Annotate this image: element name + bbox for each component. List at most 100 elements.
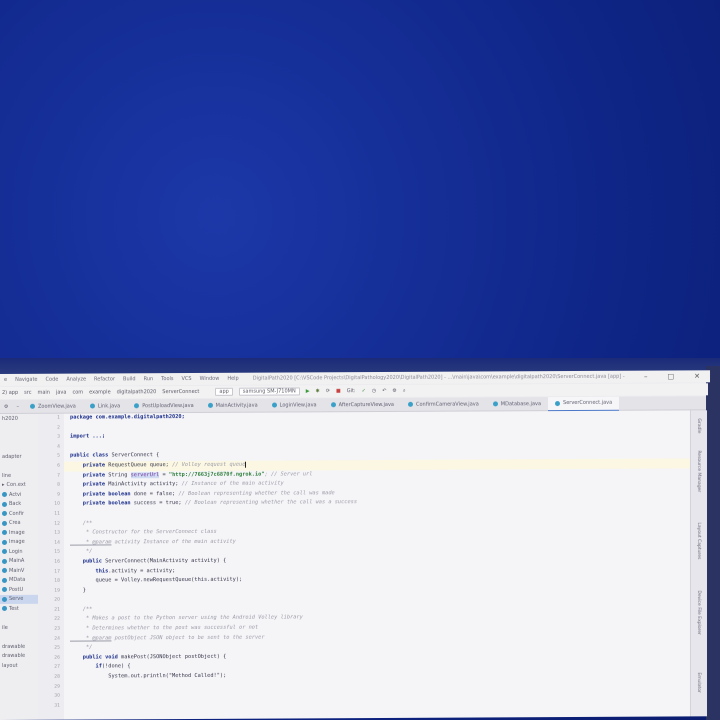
tree-item-line[interactable]: line xyxy=(0,471,38,481)
maximize-button[interactable]: □ xyxy=(668,372,675,380)
tree-item-class[interactable]: Serve xyxy=(0,594,38,604)
tree-item-class[interactable]: Back xyxy=(0,499,38,509)
class-icon xyxy=(2,596,7,602)
breadcrumb-package[interactable]: digitalpath2020 xyxy=(117,389,157,395)
line-number: 18 xyxy=(54,578,60,584)
run-config-select[interactable]: app xyxy=(215,387,233,396)
breadcrumb-class[interactable]: ServerConnect xyxy=(162,389,199,395)
commit-icon[interactable]: ✓ xyxy=(362,388,366,394)
menu-item-vcs[interactable]: VCS xyxy=(182,376,192,382)
tab-minus-icon[interactable]: – xyxy=(12,403,23,409)
debug-icon[interactable]: ✱ xyxy=(316,388,320,394)
tree-item[interactable] xyxy=(0,423,38,433)
tree-item-layout[interactable]: layout xyxy=(0,661,38,671)
tree-item[interactable] xyxy=(0,433,38,443)
code-text: MainActivity activity; xyxy=(105,481,182,488)
tree-item-class[interactable]: MainV xyxy=(0,566,38,576)
menu-item-help[interactable]: Help xyxy=(227,376,238,382)
tree-item-context[interactable]: ▸ Con.ext xyxy=(0,480,38,490)
comment: */ xyxy=(70,644,93,651)
close-button[interactable]: ✕ xyxy=(694,372,700,380)
tab-postuploadview[interactable]: PostUploadView.java xyxy=(127,399,200,412)
menu-item-edit[interactable]: e xyxy=(4,377,7,383)
tree-item-class[interactable]: MData xyxy=(0,575,38,585)
tree-item[interactable] xyxy=(0,632,38,642)
tree-item-drawable[interactable]: drawable xyxy=(0,651,38,661)
line-number: 14 xyxy=(54,540,60,546)
tab-mainactivity[interactable]: MainActivity.java xyxy=(201,399,265,412)
menu-item-tools[interactable]: Tools xyxy=(161,376,173,382)
line-number: 6 xyxy=(57,463,60,469)
tab-link[interactable]: Link.java xyxy=(83,399,127,412)
menu-item-run[interactable]: Run xyxy=(144,376,154,382)
breadcrumb-app[interactable]: 2) app xyxy=(2,390,18,396)
sync-icon[interactable]: ⟳ xyxy=(326,388,330,394)
tree-item-class[interactable]: Image xyxy=(0,528,38,538)
tree-item-ile[interactable]: ile xyxy=(0,623,38,633)
tab-label: ZoomView.java xyxy=(37,403,76,410)
stop-icon[interactable]: ■ xyxy=(336,388,341,394)
tab-label: AfterCaptureView.java xyxy=(338,401,394,408)
minimize-button[interactable]: – xyxy=(644,373,648,381)
undo-icon[interactable]: ↶ xyxy=(382,388,386,394)
tree-item-class[interactable]: Crea xyxy=(0,518,38,528)
menu-item-window[interactable]: Window xyxy=(200,376,220,382)
search-icon[interactable]: ⌕ xyxy=(403,388,406,394)
tab-confirmcameraview[interactable]: ConfirmCameraView.java xyxy=(401,397,486,410)
tree-item-drawable[interactable]: drawable xyxy=(0,642,38,652)
tool-gradle[interactable]: Gradle xyxy=(696,418,701,433)
menu-item-build[interactable]: Build xyxy=(123,376,136,382)
line-number: 4 xyxy=(57,444,60,450)
breadcrumb-src[interactable]: src xyxy=(24,390,31,396)
tree-item-adapter[interactable]: adapter xyxy=(0,452,38,462)
class-icon xyxy=(555,400,561,406)
menu-item-refactor[interactable]: Refactor xyxy=(94,376,115,382)
keyword: public void xyxy=(70,654,118,661)
code-editor[interactable]: package com.example.digitalpath2020; imp… xyxy=(64,410,690,720)
keyword: if xyxy=(70,663,102,671)
settings-icon[interactable]: ⚙ xyxy=(392,388,396,394)
breadcrumb-com[interactable]: com xyxy=(72,390,83,396)
tree-item-class[interactable]: PostU xyxy=(0,585,38,595)
code-text: = xyxy=(159,471,169,478)
tree-item-class[interactable]: Login xyxy=(0,547,38,557)
tree-item-class[interactable]: Confir xyxy=(0,509,38,519)
tool-emulator[interactable]: Emulator xyxy=(696,672,701,692)
code-text: package com.example.digitalpath2020; xyxy=(70,414,185,421)
tree-item[interactable] xyxy=(0,461,38,471)
tree-label: Con.ext xyxy=(6,482,26,489)
tree-label: Confir xyxy=(9,510,24,517)
tab-aftercaptureview[interactable]: AfterCaptureView.java xyxy=(324,398,401,411)
tool-layout-captures[interactable]: Layout Captures xyxy=(696,522,701,559)
menu-item-code[interactable]: Code xyxy=(46,377,59,383)
tab-zoomview[interactable]: ZoomView.java xyxy=(23,400,83,413)
tool-resource-manager[interactable]: Resource Manager xyxy=(696,450,701,492)
breadcrumb-example[interactable]: example xyxy=(89,389,111,395)
tree-item[interactable] xyxy=(0,442,38,452)
code-text: done = false; xyxy=(130,490,179,498)
keyword: private xyxy=(70,481,106,488)
device-select[interactable]: samsung SM-J710MN xyxy=(238,387,300,396)
tree-item-class[interactable]: Actvi xyxy=(0,490,38,500)
history-icon[interactable]: ◷ xyxy=(372,388,376,394)
javadoc-tag: * @param xyxy=(70,635,112,642)
class-icon xyxy=(271,402,277,408)
tree-item[interactable] xyxy=(0,613,38,623)
breadcrumb-java[interactable]: java xyxy=(56,390,66,396)
tab-mdatabase[interactable]: MDatabase.java xyxy=(486,397,548,410)
code-text: ServerConnect { xyxy=(108,452,160,459)
ide-window: e Navigate Code Analyze Refactor Build R… xyxy=(0,370,710,720)
tree-item-class[interactable]: Image xyxy=(0,537,38,547)
run-icon[interactable]: ▶ xyxy=(306,388,310,394)
tree-item-class[interactable]: MainA xyxy=(0,556,38,566)
gear-icon[interactable]: ⚙ xyxy=(0,403,12,409)
code-text: } xyxy=(70,587,86,594)
tool-device-file-explorer[interactable]: Device File Explorer xyxy=(696,590,701,635)
breadcrumb-main[interactable]: main xyxy=(37,390,50,396)
tab-loginview[interactable]: LoginView.java xyxy=(265,398,324,411)
tab-serverconnect[interactable]: ServerConnect.java xyxy=(548,396,620,411)
tree-item-class[interactable]: Test xyxy=(0,604,38,614)
menu-item-navigate[interactable]: Navigate xyxy=(15,377,37,383)
menu-item-analyze[interactable]: Analyze xyxy=(66,377,86,383)
project-header[interactable]: h2020 xyxy=(0,414,38,424)
